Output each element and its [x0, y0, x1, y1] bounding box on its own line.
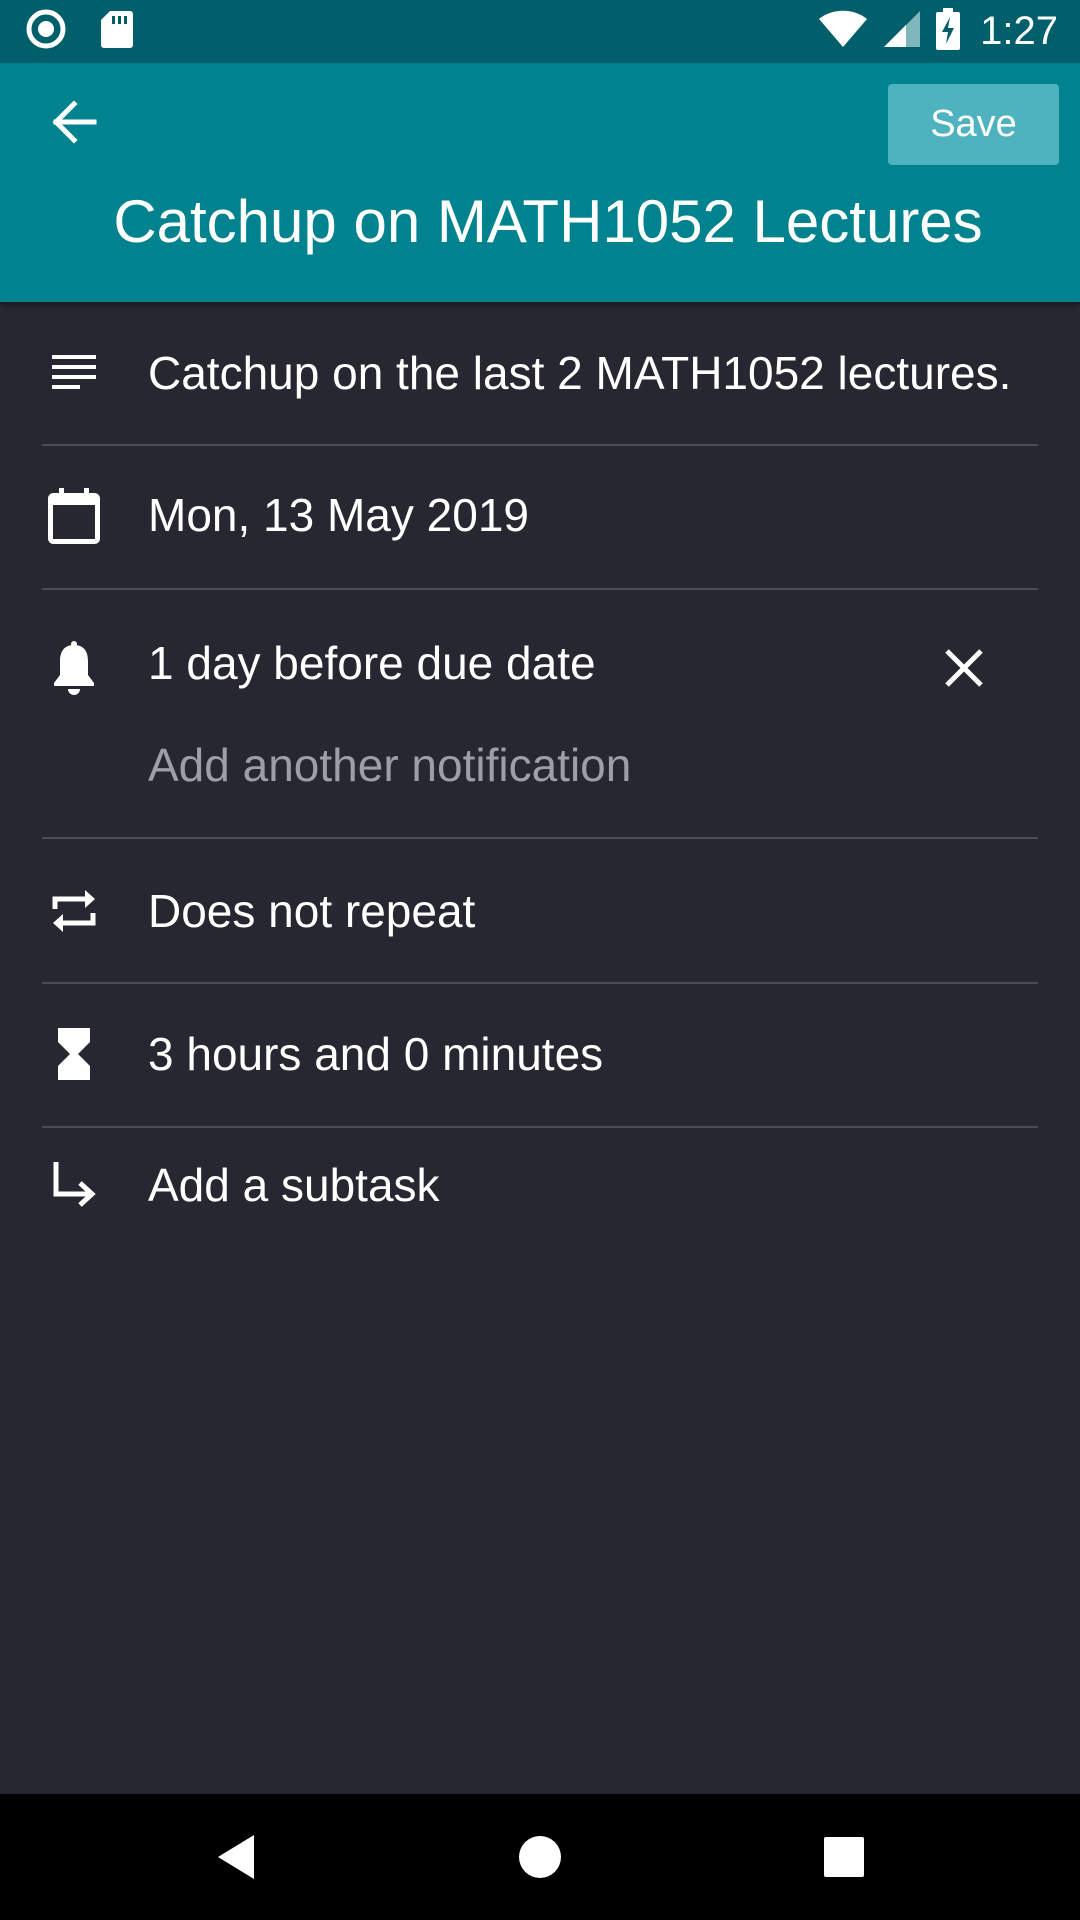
notification-row: 1 day before due date Add another notifi…	[0, 590, 1080, 837]
arrow-back-icon	[50, 99, 98, 149]
system-nav-bar	[0, 1794, 1080, 1920]
cell-signal-icon	[882, 9, 922, 54]
repeat-icon	[46, 883, 102, 939]
duration-text: 3 hours and 0 minutes	[148, 1028, 604, 1080]
description-text: Catchup on the last 2 MATH1052 lectures.	[148, 347, 1012, 399]
due-date-row[interactable]: Mon, 13 May 2019	[0, 446, 1080, 588]
app-bar: Save Catchup on MATH1052 Lectures	[0, 63, 1080, 302]
sd-card-icon	[100, 9, 134, 54]
calendar-icon	[46, 488, 102, 544]
add-notification-link[interactable]: Add another notification	[148, 738, 631, 792]
notification-text[interactable]: 1 day before due date	[148, 636, 596, 690]
wifi-icon	[818, 10, 868, 53]
notes-icon	[46, 345, 102, 401]
recents-square-icon[interactable]	[814, 1827, 874, 1887]
status-bar: 1:27	[0, 0, 1080, 63]
save-button[interactable]: Save	[888, 84, 1059, 165]
back-triangle-icon[interactable]	[206, 1827, 266, 1887]
add-subtask-text: Add a subtask	[148, 1159, 440, 1211]
bell-icon	[46, 640, 102, 696]
repeat-row[interactable]: Does not repeat	[0, 839, 1080, 982]
back-button[interactable]	[34, 89, 114, 159]
subdirectory-arrow-icon	[46, 1158, 102, 1214]
hourglass-icon	[46, 1026, 102, 1082]
battery-charging-icon	[936, 8, 961, 55]
due-date-text: Mon, 13 May 2019	[148, 489, 530, 541]
status-time: 1:27	[980, 9, 1058, 53]
radio-icon	[26, 9, 66, 54]
description-row[interactable]: Catchup on the last 2 MATH1052 lectures.	[0, 302, 1080, 445]
repeat-text: Does not repeat	[148, 885, 476, 937]
home-circle-icon[interactable]	[510, 1827, 570, 1887]
page-title: Catchup on MATH1052 Lectures	[113, 188, 983, 255]
close-icon[interactable]	[936, 640, 992, 696]
add-subtask-row[interactable]: Add a subtask	[0, 1128, 1080, 1246]
duration-row[interactable]: 3 hours and 0 minutes	[0, 984, 1080, 1126]
